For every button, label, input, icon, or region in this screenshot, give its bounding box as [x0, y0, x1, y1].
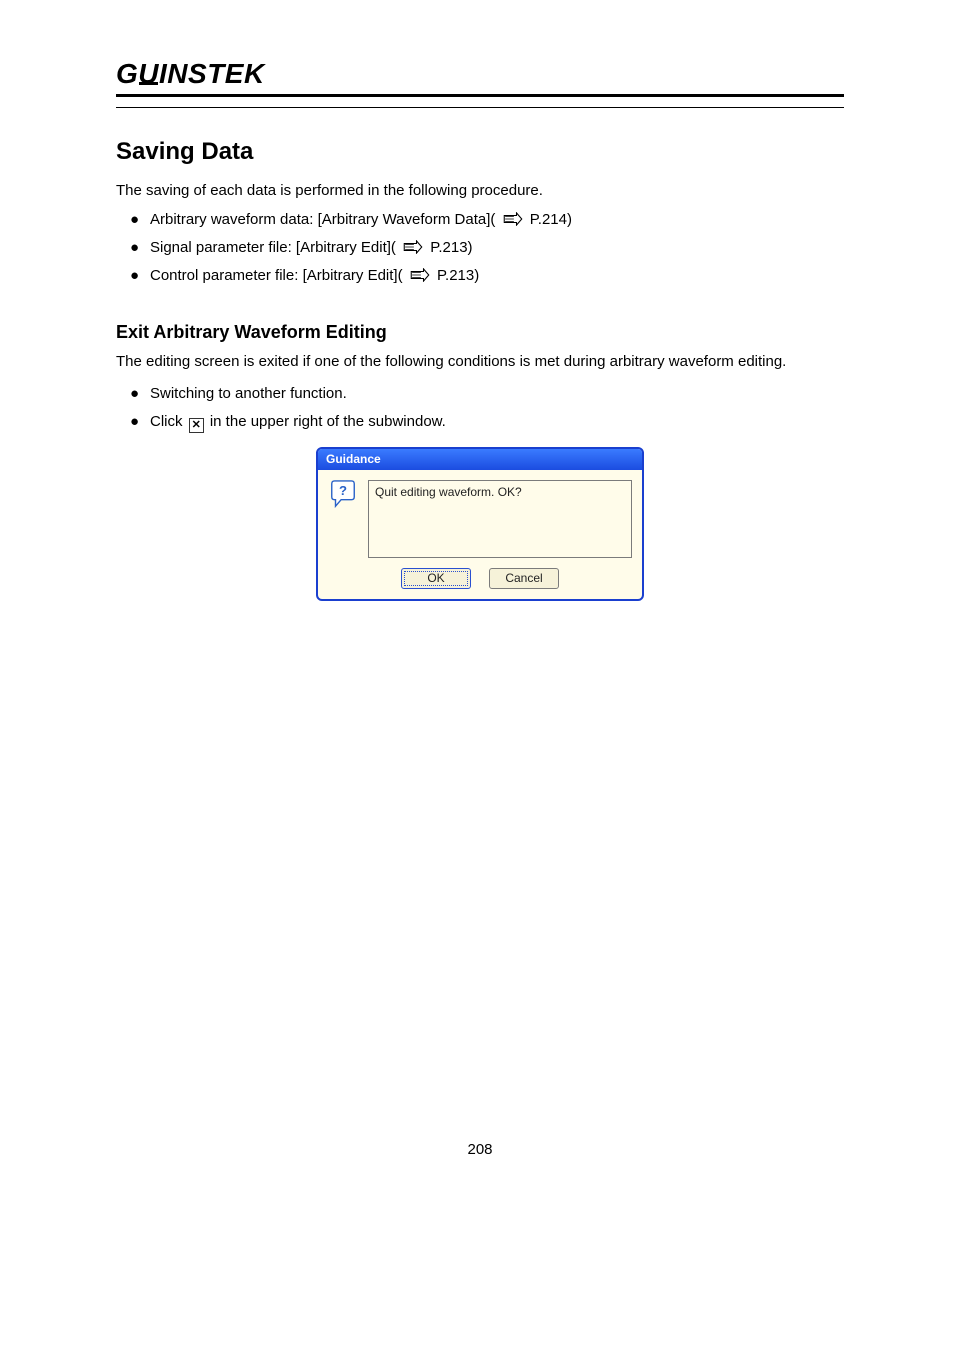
- list-link-prefix: [Arbitrary Waveform Data](: [318, 211, 496, 228]
- save-list: ● Arbitrary waveform data: [Arbitrary Wa…: [130, 209, 844, 286]
- guidance-dialog: Guidance ? Quit editing waveform. OK? OK…: [316, 447, 644, 601]
- bullet-icon: ●: [130, 237, 150, 259]
- pointer-icon: [409, 268, 431, 282]
- subsection-heading: Exit Arbitrary Waveform Editing: [116, 322, 844, 343]
- list-link-prefix: [Arbitrary Edit](: [303, 267, 403, 284]
- bullet-icon: ●: [130, 383, 150, 405]
- list-link-suffix: ): [474, 267, 479, 284]
- close-icon: ✕: [189, 418, 204, 433]
- list-text-pre: Click: [150, 413, 187, 430]
- bullet-icon: ●: [130, 411, 150, 433]
- bullet-icon: ●: [130, 209, 150, 231]
- dialog-message: Quit editing waveform. OK?: [368, 480, 632, 558]
- dialog-titlebar: Guidance: [318, 449, 642, 470]
- list-text: Control parameter file:: [150, 267, 303, 284]
- page-ref: P.213: [437, 267, 474, 284]
- pointer-icon: [502, 212, 524, 226]
- list-item: ● Switching to another function.: [130, 383, 844, 405]
- list-item: ● Signal parameter file: [Arbitrary Edit…: [130, 237, 844, 259]
- dialog-button-row: OK Cancel: [318, 566, 642, 599]
- question-icon: ?: [328, 480, 358, 510]
- header-divider: [116, 107, 844, 108]
- ok-button[interactable]: OK: [401, 568, 471, 589]
- list-link-prefix: [Arbitrary Edit](: [296, 239, 396, 256]
- list-text: Signal parameter file:: [150, 239, 296, 256]
- list-text: Arbitrary waveform data:: [150, 211, 318, 228]
- cancel-button[interactable]: Cancel: [489, 568, 559, 589]
- bullet-icon: ●: [130, 265, 150, 287]
- list-text: Switching to another function.: [150, 383, 844, 405]
- page-ref: P.213: [430, 239, 467, 256]
- page-ref: P.214: [530, 211, 567, 228]
- list-item: ● Arbitrary waveform data: [Arbitrary Wa…: [130, 209, 844, 231]
- list-link-suffix: ): [567, 211, 572, 228]
- pointer-icon: [402, 240, 424, 254]
- section-heading: Saving Data: [116, 138, 844, 166]
- list-item: ● Click ✕ in the upper right of the subw…: [130, 411, 844, 433]
- page: GUINSTEK Saving Data The saving of each …: [0, 0, 954, 1198]
- dialog-body: ? Quit editing waveform. OK?: [318, 470, 642, 566]
- svg-text:?: ?: [339, 483, 347, 498]
- intro-text: The saving of each data is performed in …: [116, 182, 844, 199]
- brand-logo: GUINSTEK: [116, 58, 844, 97]
- dialog-illustration: Guidance ? Quit editing waveform. OK? OK…: [116, 447, 844, 601]
- list-text-post: in the upper right of the subwindow.: [210, 413, 446, 430]
- list-item: ● Control parameter file: [Arbitrary Edi…: [130, 265, 844, 287]
- list-link-suffix: ): [468, 239, 473, 256]
- condition-text: The editing screen is exited if one of t…: [116, 351, 844, 373]
- exit-list: ● Switching to another function. ● Click…: [130, 383, 844, 433]
- page-number: 208: [116, 1141, 844, 1158]
